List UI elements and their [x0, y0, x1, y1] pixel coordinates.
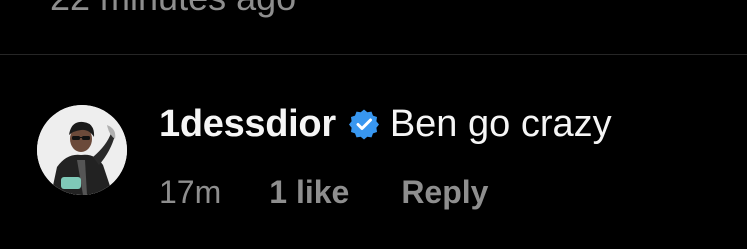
comment-likes[interactable]: 1 like	[269, 174, 349, 211]
divider	[0, 54, 747, 55]
avatar-photo	[37, 105, 127, 195]
comment-meta: 17m 1 like Reply	[159, 172, 488, 212]
comment-username[interactable]: 1dessdior	[159, 103, 336, 146]
comment-line: 1dessdior Ben go crazy	[159, 100, 612, 148]
comment-time: 17m	[159, 173, 222, 210]
comment-avatar[interactable]	[37, 105, 127, 195]
verified-badge-icon	[348, 108, 380, 140]
comment-text: Ben go crazy	[389, 102, 612, 145]
reply-button[interactable]: Reply	[401, 174, 488, 211]
previous-comment-timestamp: 22 minutes ago	[50, 0, 296, 18]
